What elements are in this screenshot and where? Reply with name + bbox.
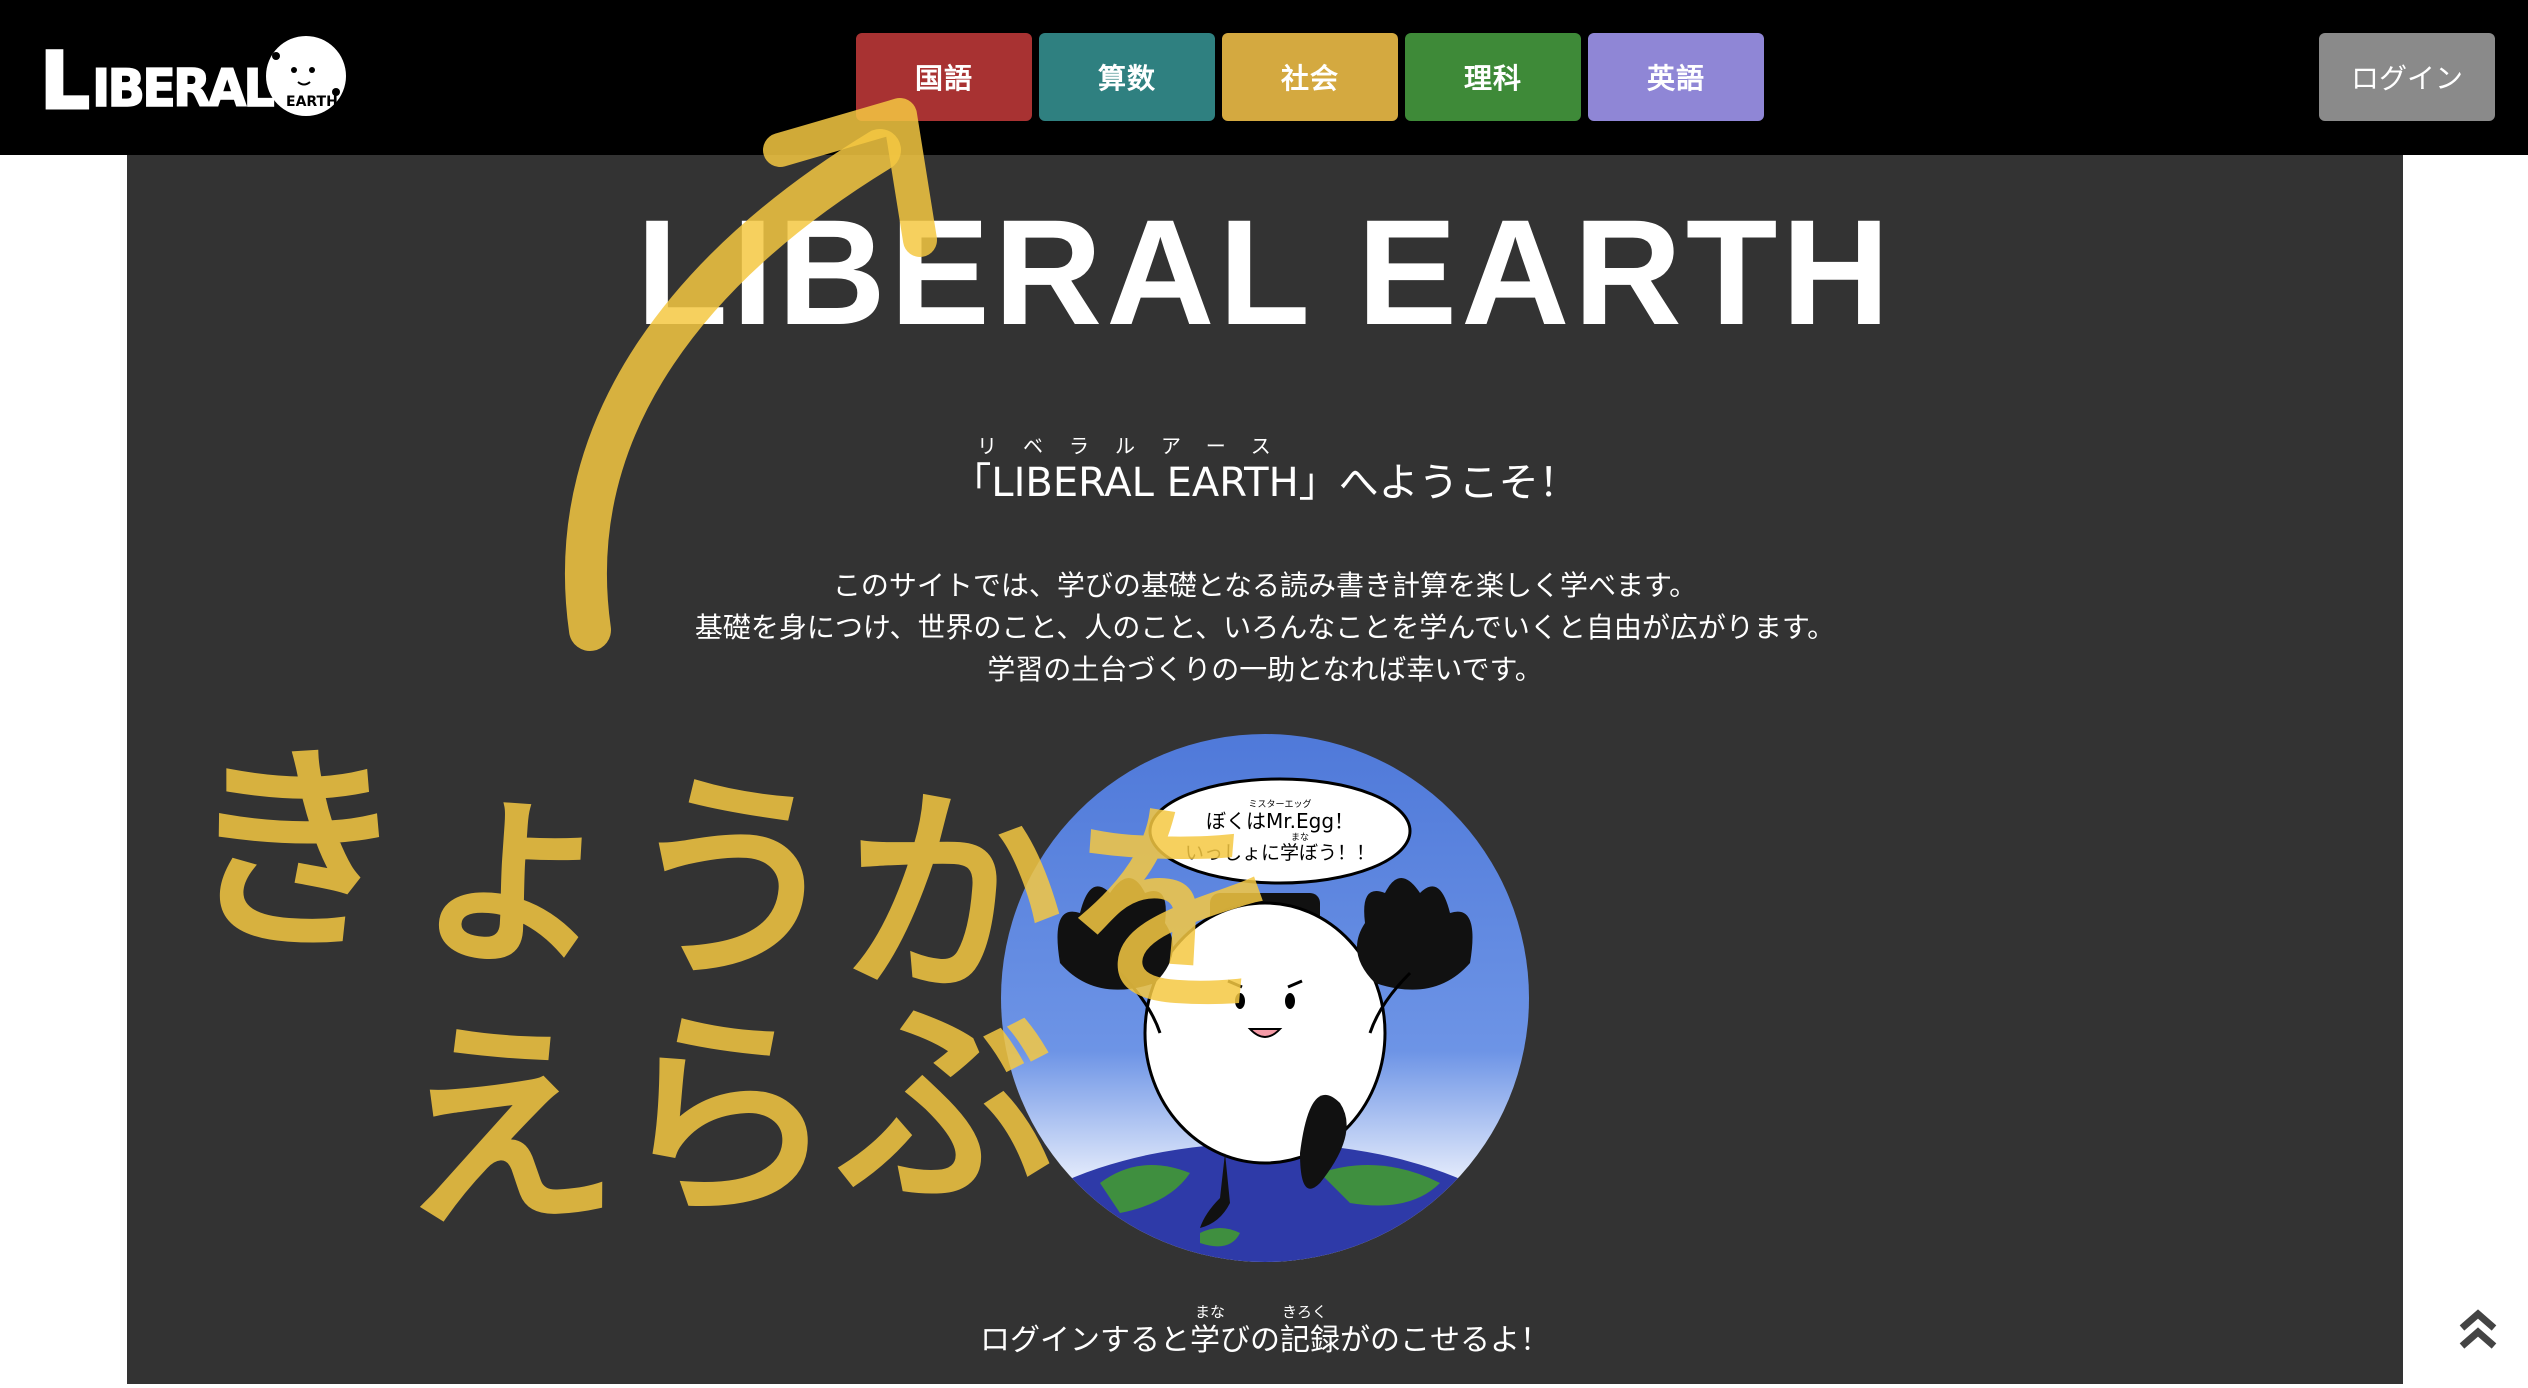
subject-button-science[interactable]: 理科 — [1405, 33, 1581, 121]
bubble-line2: いっしょに学ぼう！！ — [1185, 842, 1375, 864]
subject-label: 理科 — [1463, 62, 1522, 95]
subject-label: 社会 — [1280, 62, 1339, 95]
svg-text:IBERAL: IBERAL — [92, 59, 274, 119]
bubble-line1: ぼくはMr.Egg！ — [1206, 809, 1354, 833]
hero-title: LIBERAL EARTH — [636, 188, 1894, 356]
subject-button-japanese[interactable]: 国語 — [856, 33, 1032, 121]
subject-button-social-studies[interactable]: 社会 — [1222, 33, 1398, 121]
intro-text: このサイトでは、学びの基礎となる読み書き計算を楽しく学べます。 基礎を身につけ、… — [127, 565, 2403, 691]
subject-button-english[interactable]: 英語 — [1588, 33, 1764, 121]
login-button[interactable]: ログイン — [2319, 33, 2495, 121]
svg-text:L: L — [40, 37, 90, 126]
mascot-illustration: ぼくはMr.Egg！ ミスターエッグ いっしょに学ぼう！！ まな — [1000, 733, 1530, 1263]
intro-line: このサイトでは、学びの基礎となる読み書き計算を楽しく学べます。 — [832, 569, 1698, 602]
site-logo[interactable]: L IBERAL EARTH — [36, 26, 356, 129]
main-panel: LIBERAL EARTH リベラルアース 「LIBERAL EARTH」へよう… — [127, 155, 2403, 1384]
intro-line: 基礎を身につけ、世界のこと、人のこと、いろんなことを学んでいくと自由が広がります… — [694, 611, 1836, 644]
top-navbar: L IBERAL EARTH 国語 算数 社会 理科 英語 ログイン — [0, 0, 2528, 155]
bubble-ruby: ミスターエッグ — [1248, 798, 1311, 810]
svg-text:EARTH: EARTH — [286, 94, 338, 110]
subject-label: 算数 — [1097, 62, 1156, 95]
subject-label: 英語 — [1646, 62, 1705, 95]
login-label: ログイン — [2350, 62, 2463, 95]
bubble-ruby-mana: まな — [1291, 832, 1309, 843]
double-chevron-up-icon — [2459, 1309, 2497, 1349]
intro-line: 学習の土台づくりの一助となれば幸いです。 — [987, 653, 1543, 686]
scroll-top-button[interactable] — [2456, 1306, 2500, 1352]
subject-label: 国語 — [914, 62, 973, 95]
login-prompt-text: ログインすると学びの記録がのこせるよ！ — [980, 1323, 1550, 1358]
subject-button-math[interactable]: 算数 — [1039, 33, 1215, 121]
welcome-heading: 「LIBERAL EARTH」へようこそ！ — [951, 460, 1579, 506]
